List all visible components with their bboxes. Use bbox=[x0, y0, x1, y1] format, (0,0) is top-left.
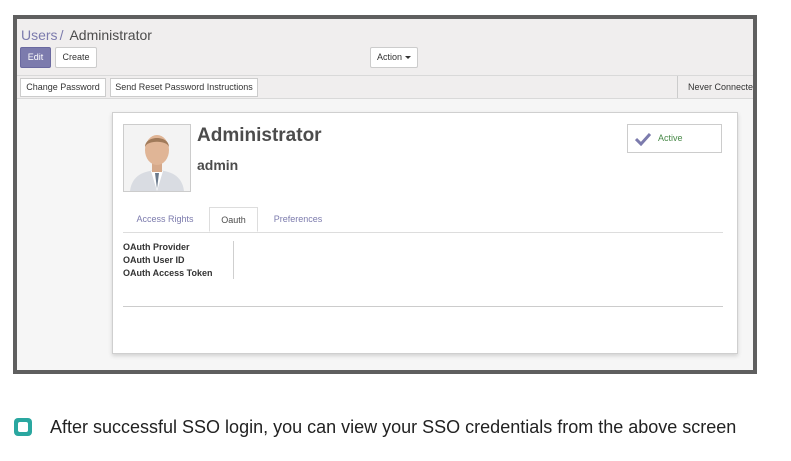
connection-status: Never Connected bbox=[677, 76, 753, 98]
oauth-fields: OAuth Provider OAuth User ID OAuth Acces… bbox=[123, 241, 234, 279]
user-avatar[interactable] bbox=[123, 124, 191, 192]
caption-text: After successful SSO login, you can view… bbox=[50, 417, 737, 437]
active-label: Active bbox=[658, 133, 683, 143]
divider bbox=[123, 306, 723, 307]
check-icon bbox=[635, 132, 651, 146]
breadcrumb-users-link[interactable]: Users bbox=[21, 27, 58, 43]
user-name: Administrator bbox=[197, 125, 322, 146]
action-label: Action bbox=[376, 52, 402, 62]
breadcrumb-current: Administrator bbox=[69, 27, 152, 43]
breadcrumb: Users / Administrator bbox=[21, 27, 152, 43]
edit-button[interactable]: Edit bbox=[20, 47, 51, 68]
user-photo-icon bbox=[124, 125, 190, 191]
create-button[interactable]: Create bbox=[55, 47, 97, 68]
breadcrumb-separator: / bbox=[59, 27, 64, 43]
caption-bullet-icon bbox=[14, 418, 32, 436]
tab-oauth[interactable]: Oauth bbox=[209, 207, 258, 232]
change-password-button[interactable]: Change Password bbox=[20, 78, 106, 97]
oauth-user-id-label: OAuth User ID bbox=[123, 255, 185, 265]
caret-down-icon bbox=[405, 56, 411, 60]
tab-preferences[interactable]: Preferences bbox=[263, 207, 333, 232]
control-panel: Users / Administrator Edit Create Action bbox=[17, 19, 753, 75]
active-toggle-button[interactable]: Active bbox=[627, 124, 722, 153]
send-reset-password-button[interactable]: Send Reset Password Instructions bbox=[110, 78, 258, 97]
action-dropdown-button[interactable]: Action bbox=[370, 47, 418, 68]
user-form-sheet: Administrator admin Active Access Rights… bbox=[112, 112, 738, 354]
tab-access-rights[interactable]: Access Rights bbox=[123, 207, 207, 232]
form-tabs: Access Rights Oauth Preferences bbox=[123, 204, 723, 233]
oauth-provider-label: OAuth Provider bbox=[123, 242, 190, 252]
status-bar: Change Password Send Reset Password Inst… bbox=[17, 75, 753, 99]
user-login: admin bbox=[197, 157, 239, 173]
app-window: Users / Administrator Edit Create Action C… bbox=[13, 15, 757, 374]
oauth-access-token-label: OAuth Access Token bbox=[123, 268, 213, 278]
